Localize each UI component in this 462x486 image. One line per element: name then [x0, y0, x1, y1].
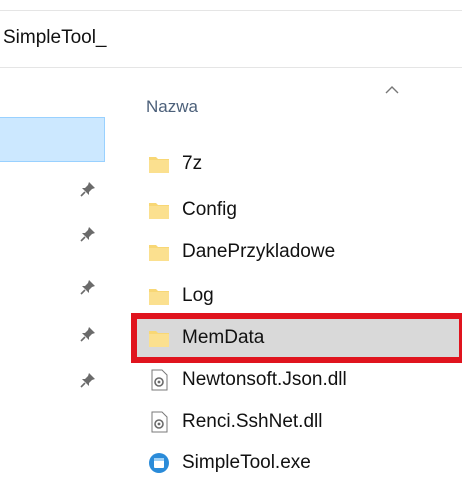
dll-file-icon: [151, 411, 168, 433]
folder-icon: [149, 331, 169, 347]
name-column-header[interactable]: Nazwa: [146, 97, 198, 117]
nav-selected-item[interactable]: [0, 117, 105, 162]
file-row-renci-sshnet-dll[interactable]: Renci.SshNet.dll: [134, 402, 462, 442]
pin-icon[interactable]: [80, 326, 96, 342]
file-name: DanePrzykladowe: [182, 241, 336, 262]
address-bar[interactable]: SimpleTool_: [0, 10, 462, 68]
file-row-daneprzykladowe[interactable]: DanePrzykladowe: [134, 232, 462, 272]
file-name: MemData: [182, 327, 265, 348]
file-row-simpletool-exe[interactable]: SimpleTool.exe: [134, 443, 462, 483]
navigation-pane: [0, 68, 118, 486]
file-name: Config: [182, 199, 237, 220]
pin-icon[interactable]: [80, 181, 96, 197]
pin-icon[interactable]: [80, 372, 96, 388]
folder-icon: [149, 245, 169, 261]
address-path[interactable]: SimpleTool_: [3, 27, 107, 49]
file-row-memdata[interactable]: MemData: [131, 313, 462, 363]
file-row-log[interactable]: Log: [134, 276, 462, 316]
pin-icon[interactable]: [80, 226, 96, 242]
file-row-7z[interactable]: 7z: [134, 144, 462, 184]
file-name: Newtonsoft.Json.dll: [182, 369, 347, 390]
file-row-newtonsoft-json-dll[interactable]: Newtonsoft.Json.dll: [134, 360, 462, 400]
pin-icon[interactable]: [80, 279, 96, 295]
file-name: SimpleTool.exe: [182, 452, 311, 473]
file-row-config[interactable]: Config: [134, 190, 462, 230]
application-icon: [149, 453, 169, 473]
file-name: 7z: [182, 153, 203, 174]
file-name: Log: [182, 285, 214, 306]
file-name: Renci.SshNet.dll: [182, 411, 323, 432]
folder-icon: [149, 157, 169, 173]
folder-icon: [149, 289, 169, 305]
sort-ascending-icon: [385, 86, 399, 94]
file-list-pane: Nazwa 7z Config DanePrzykladowe Log MemD…: [118, 68, 462, 486]
folder-icon: [149, 203, 169, 219]
dll-file-icon: [151, 369, 168, 391]
